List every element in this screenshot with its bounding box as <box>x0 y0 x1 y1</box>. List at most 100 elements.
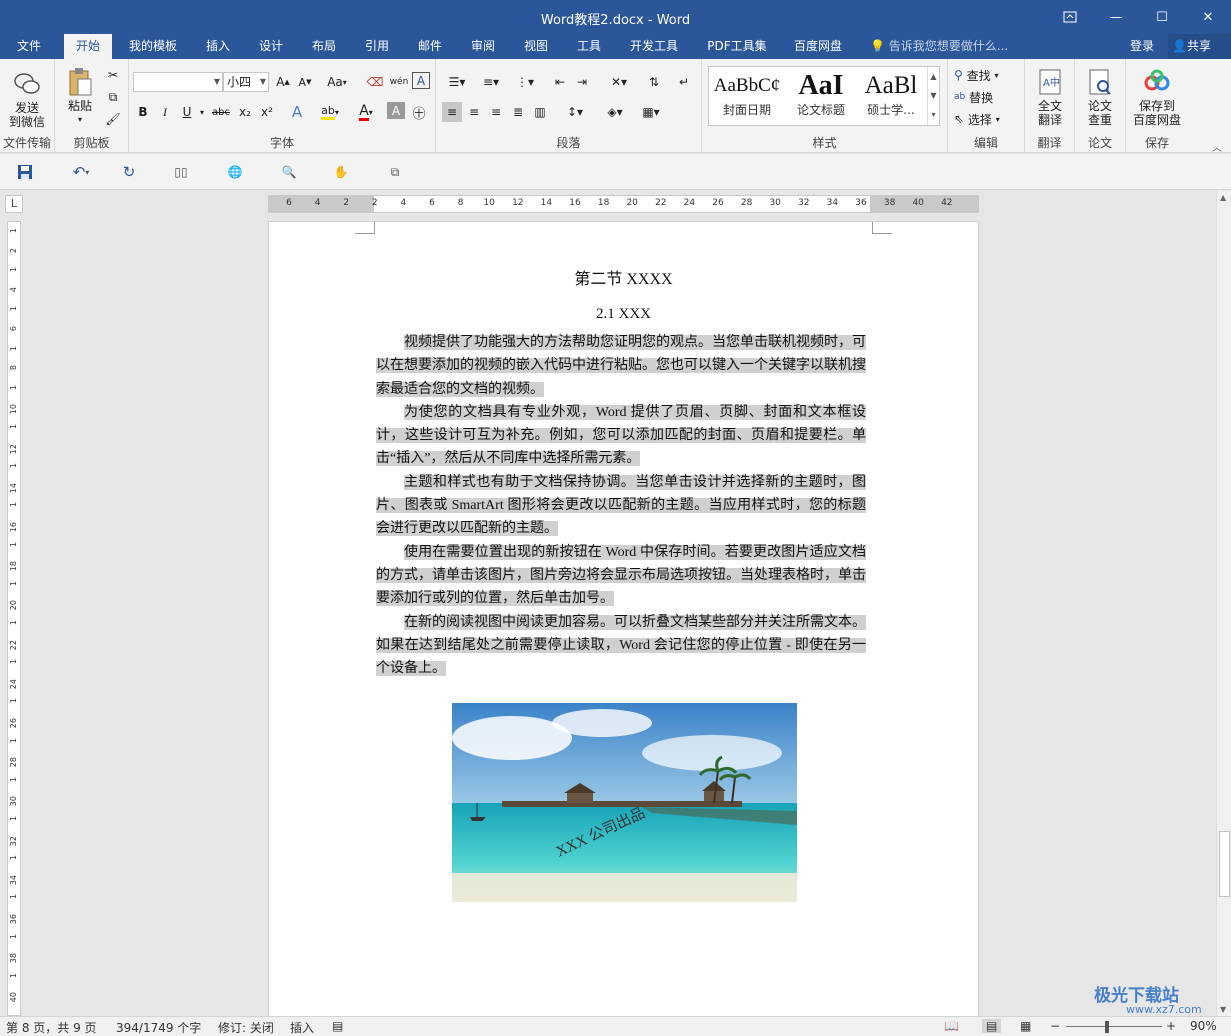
shrink-font-icon[interactable]: A ▼ <box>295 72 315 92</box>
style-paper-title[interactable]: AaI 论文标题 <box>785 67 857 125</box>
highlight-color-button[interactable]: ab ▾ <box>315 102 345 122</box>
font-color-button[interactable]: A ▾ <box>351 102 381 122</box>
tab-baidu-netdisk[interactable]: 百度网盘 <box>788 34 848 59</box>
style-cover-date[interactable]: AaBbC¢ 封面日期 <box>711 67 783 125</box>
web-layout-view-icon[interactable]: ▦ <box>1020 1019 1031 1033</box>
char-border-button[interactable]: A <box>412 72 430 89</box>
numbering-icon[interactable]: ≡▾ <box>476 72 506 92</box>
login-button[interactable]: 登录 <box>1130 34 1154 59</box>
strikethrough-button[interactable]: abc <box>209 102 233 122</box>
tab-file[interactable]: 文件 <box>8 34 50 59</box>
copy-icon[interactable]: ⧉ <box>103 87 123 107</box>
maximize-button[interactable]: ☐ <box>1139 0 1185 34</box>
share-button[interactable]: 👤共享 <box>1168 34 1231 59</box>
bold-button[interactable]: B <box>133 102 153 122</box>
paste-button[interactable]: 粘贴 ▾ <box>61 67 99 127</box>
zoom-level[interactable]: 90% <box>1190 1019 1217 1033</box>
find-button[interactable]: ⚲ 查找 ▾ <box>954 65 1022 85</box>
grow-font-icon[interactable]: A ▲ <box>273 72 293 92</box>
tell-me-box[interactable]: 💡 告诉我您想要做什么... <box>870 34 1008 59</box>
send-to-wechat-button[interactable]: 发送 到微信 <box>5 69 49 129</box>
ribbon-display-options-button[interactable] <box>1047 0 1093 34</box>
show-marks-icon[interactable]: ↵ <box>674 72 694 92</box>
text-effects-icon[interactable]: A <box>285 102 309 122</box>
insert-mode-status[interactable]: 插入 <box>290 1019 314 1036</box>
superscript-button[interactable]: x² <box>257 102 277 122</box>
paragraph[interactable]: 为使您的文档具有专业外观，Word 提供了页眉、页脚、封面和文本框设计，这些设计… <box>376 401 866 471</box>
tab-pdf-tools[interactable]: PDF工具集 <box>702 34 772 59</box>
bullets-icon[interactable]: ☰▾ <box>442 72 472 92</box>
underline-button[interactable]: U <box>177 102 197 122</box>
scrollbar-thumb[interactable] <box>1219 831 1230 897</box>
select-button[interactable]: ⇖ 选择 ▾ <box>954 109 1022 129</box>
decrease-indent-icon[interactable]: ⇤ <box>550 72 570 92</box>
clear-format-icon[interactable]: ⌫ <box>365 72 385 92</box>
thesis-check-button[interactable]: 论文 查重 <box>1079 67 1121 127</box>
zoom-slider-thumb[interactable] <box>1105 1021 1109 1033</box>
enclose-char-icon[interactable]: ㊉ <box>409 102 429 122</box>
tab-design[interactable]: 设计 <box>251 34 291 59</box>
tab-mailings[interactable]: 邮件 <box>410 34 450 59</box>
print-layout-view-icon[interactable]: ▤ <box>982 1019 1002 1033</box>
horizontal-ruler[interactable]: 6 4 2 2 4 6 8 10 12 14 16 18 20 22 24 26 28 30 32 34 36 38 40 4… <box>268 195 979 213</box>
paragraph[interactable]: 视频提供了功能强大的方法帮助您证明您的观点。当您单击联机视频时，可以在想要添加的… <box>376 331 866 401</box>
minimize-button[interactable]: — <box>1093 0 1139 34</box>
distributed-icon[interactable]: ▥ <box>530 102 550 122</box>
print-preview-icon[interactable]: 🔍 <box>278 162 300 182</box>
chinese-layout-icon[interactable]: ✕▾ <box>604 72 634 92</box>
document-page[interactable]: 第二节 XXXX 2.1 XXX 视频提供了功能强大的方法帮助您证明您的观点。当… <box>268 221 979 1031</box>
vertical-ruler[interactable]: 1 2 1 4 1 6 1 8 1 10 1 12 1 14 1 16 1 18 1 20 1 22 1 24 1 26 1 28 1 3… <box>7 221 21 1016</box>
line-spacing-icon[interactable]: ↕▾ <box>560 102 590 122</box>
char-shading-icon[interactable]: A <box>387 102 405 119</box>
tab-tools[interactable]: 工具 <box>569 34 609 59</box>
replace-button[interactable]: ab 替换 <box>954 87 1022 107</box>
word-count[interactable]: 394/1749 个字 <box>116 1019 201 1036</box>
cut-icon[interactable]: ✂ <box>103 65 123 85</box>
undo-icon[interactable]: ↶ ▾ <box>64 162 98 182</box>
format-painter-icon[interactable]: 🖌 <box>103 109 123 129</box>
tab-developer[interactable]: 开发工具 <box>624 34 684 59</box>
redo-icon[interactable]: ↻ <box>118 162 140 182</box>
zoom-in-button[interactable]: + <box>1166 1019 1176 1033</box>
tab-insert[interactable]: 插入 <box>198 34 238 59</box>
full-translate-button[interactable]: A中 全文 翻译 <box>1029 67 1071 127</box>
collapse-ribbon-icon[interactable]: ︿ <box>1212 139 1222 154</box>
touch-mode-icon[interactable]: ✋ <box>330 162 352 182</box>
track-changes-status[interactable]: 修订: 关闭 <box>218 1019 274 1036</box>
subsection-heading[interactable]: 2.1 XXX <box>269 306 978 323</box>
sort-icon[interactable]: ⇅ <box>644 72 664 92</box>
subscript-button[interactable]: x₂ <box>235 102 255 122</box>
paragraph[interactable]: 在新的阅读视图中阅读更加容易。可以折叠文档某些部分并关注所需文本。如果在达到结尾… <box>376 611 866 681</box>
document-body[interactable]: 视频提供了功能强大的方法帮助您证明您的观点。当您单击联机视频时，可以在想要添加的… <box>376 331 866 680</box>
paragraph[interactable]: 主题和样式也有助于文档保持协调。当您单击设计并选择新的主题时，图片、图表或 Sm… <box>376 471 866 541</box>
scroll-up-icon[interactable]: ▲ <box>1220 193 1226 202</box>
tab-my-templates[interactable]: 我的模板 <box>122 34 184 59</box>
tab-references[interactable]: 引用 <box>357 34 397 59</box>
font-name-combo[interactable]: ▼ <box>133 72 223 92</box>
macro-record-icon[interactable]: ▤ <box>332 1019 343 1033</box>
save-to-baidu-button[interactable]: 保存到 百度网盘 <box>1128 67 1186 127</box>
vertical-scrollbar[interactable]: ▲ ▼ <box>1216 191 1231 1016</box>
save-icon[interactable] <box>14 162 36 182</box>
justify-icon[interactable]: ≣ <box>508 102 528 122</box>
increase-indent-icon[interactable]: ⇥ <box>572 72 592 92</box>
shading-icon[interactable]: ◈▾ <box>600 102 630 122</box>
tab-view[interactable]: 视图 <box>516 34 556 59</box>
paragraph[interactable]: 使用在需要位置出现的新按钮在 Word 中保存时间。若要更改图片适应文档的方式，… <box>376 541 866 611</box>
inserted-picture[interactable]: XXX 公司出品 <box>452 703 797 902</box>
tab-home[interactable]: 开始 <box>64 34 112 59</box>
styles-scroll[interactable]: ▲ ▼ ▾ <box>927 67 939 125</box>
section-heading[interactable]: 第二节 XXXX <box>269 265 978 289</box>
tab-selector[interactable]: L <box>5 195 23 213</box>
tab-layout[interactable]: 布局 <box>304 34 344 59</box>
read-mode-view-icon[interactable]: 📖 <box>944 1019 959 1033</box>
align-center-icon[interactable]: ≡ <box>464 102 484 122</box>
chevron-down-icon[interactable]: ▾ <box>197 102 207 122</box>
font-size-combo[interactable]: 小四 ▼ <box>223 72 269 92</box>
page-count[interactable]: 第 8 页，共 9 页 <box>6 1019 97 1036</box>
multilevel-list-icon[interactable]: ⋮▾ <box>510 72 540 92</box>
customize-qat-icon[interactable]: ⧉ <box>384 162 406 182</box>
phonetic-guide-button[interactable]: wén <box>387 72 411 92</box>
scroll-down-icon[interactable]: ▼ <box>1220 1005 1226 1014</box>
change-case-button[interactable]: Aa ▾ <box>321 72 353 92</box>
